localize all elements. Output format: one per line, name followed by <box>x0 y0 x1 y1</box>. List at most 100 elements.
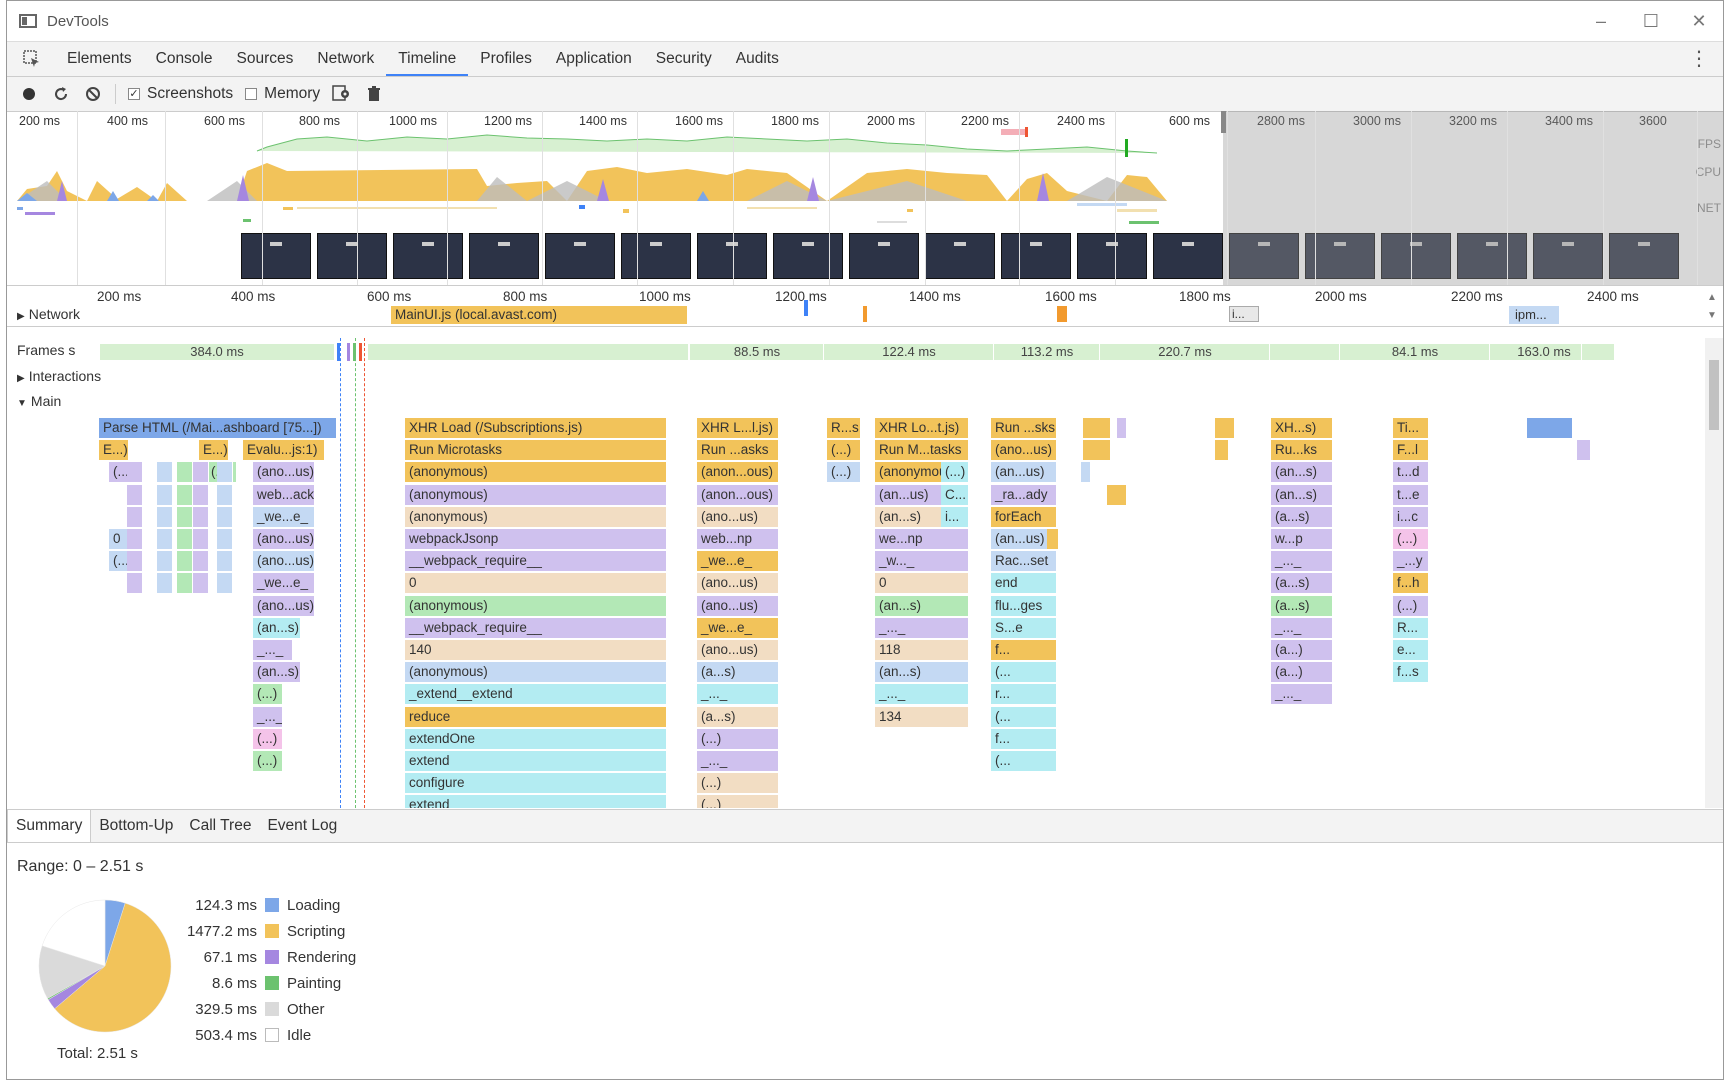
flame-block[interactable]: t...d <box>1393 462 1429 483</box>
flame-block[interactable]: E...) <box>99 440 129 461</box>
flame-block[interactable] <box>1083 440 1111 461</box>
flame-block[interactable]: (...) <box>253 728 283 749</box>
flame-block[interactable]: f...s <box>1393 662 1429 683</box>
flame-block[interactable] <box>157 551 173 572</box>
record-icon[interactable] <box>19 84 39 104</box>
flame-block[interactable]: i...c <box>1393 506 1429 527</box>
flame-block[interactable]: e... <box>1393 640 1429 660</box>
close-icon[interactable]: ✕ <box>1677 7 1721 35</box>
flame-block[interactable]: _..._ <box>1271 617 1333 638</box>
flame-block[interactable]: extend <box>405 751 667 771</box>
flame-block[interactable]: (ano...us) <box>697 573 779 594</box>
flame-block[interactable]: 0 <box>109 529 129 549</box>
flame-block[interactable] <box>177 529 193 549</box>
flame-block[interactable] <box>127 462 143 483</box>
flame-block[interactable]: (anon...ous) <box>697 462 779 483</box>
screenshot-thumbnail[interactable] <box>241 233 311 279</box>
flame-block[interactable]: (...) <box>827 462 861 483</box>
flame-block[interactable]: extendOne <box>405 728 667 749</box>
flame-block[interactable]: _..._ <box>1271 551 1333 572</box>
flame-block[interactable]: t...e <box>1393 484 1429 505</box>
screenshot-thumbnail[interactable] <box>697 233 767 279</box>
flame-block[interactable] <box>177 506 193 527</box>
screenshot-thumbnail[interactable] <box>545 233 615 279</box>
flame-block[interactable]: web...np <box>697 529 779 549</box>
flame-block[interactable] <box>127 551 143 572</box>
screenshot-thumbnail[interactable] <box>621 233 691 279</box>
flame-block[interactable]: (ano...us) <box>991 440 1057 461</box>
flame-block[interactable] <box>1527 418 1573 438</box>
screenshot-thumbnail[interactable] <box>1153 233 1223 279</box>
flame-block[interactable] <box>157 462 173 483</box>
network-request-marker[interactable] <box>863 306 867 322</box>
panel-tab-audits[interactable]: Audits <box>724 42 791 76</box>
flame-block[interactable] <box>157 484 173 505</box>
frame-bar[interactable]: 122.4 ms <box>823 343 995 361</box>
flame-block[interactable]: XH...s) <box>1271 418 1333 438</box>
network-request-marker[interactable] <box>1057 306 1067 322</box>
panel-tab-elements[interactable]: Elements <box>55 42 144 76</box>
flame-block[interactable] <box>177 484 193 505</box>
screenshot-thumbnail[interactable] <box>1077 233 1147 279</box>
flame-block[interactable] <box>177 462 193 483</box>
flame-block[interactable]: (ano...us) <box>253 462 315 483</box>
flame-block[interactable] <box>1047 529 1059 549</box>
flame-block[interactable]: (an...s) <box>1271 484 1333 505</box>
flame-block[interactable]: (...) <box>253 684 283 705</box>
frame-bar[interactable] <box>1269 343 1341 361</box>
flame-block[interactable]: _ra...ady <box>991 484 1057 505</box>
flame-block[interactable]: __webpack_require__ <box>405 617 667 638</box>
flame-block[interactable]: (a...s) <box>697 706 779 727</box>
flame-block[interactable] <box>193 529 209 549</box>
panel-tab-console[interactable]: Console <box>144 42 225 76</box>
flame-block[interactable] <box>193 462 209 483</box>
flame-block[interactable] <box>157 506 173 527</box>
flame-block[interactable]: f...h <box>1393 573 1429 594</box>
flame-block[interactable]: Run M...tasks <box>875 440 969 461</box>
flame-block[interactable]: F...l <box>1393 440 1429 461</box>
flame-block[interactable]: _..._ <box>875 684 969 705</box>
flame-block[interactable]: 140 <box>405 640 667 660</box>
details-tab-bottom-up[interactable]: Bottom-Up <box>91 810 181 842</box>
flame-block[interactable]: (...) <box>1393 529 1429 549</box>
flame-block[interactable]: (anonymous) <box>405 662 667 683</box>
flame-block[interactable]: (...) <box>697 773 779 794</box>
flame-block[interactable]: __webpack_require__ <box>405 551 667 572</box>
flame-block[interactable]: (an...us) <box>991 462 1057 483</box>
flame-block[interactable] <box>1047 506 1057 527</box>
flame-block[interactable] <box>1107 484 1127 505</box>
flame-block[interactable] <box>217 529 233 549</box>
flame-block[interactable] <box>127 484 143 505</box>
frame-bar[interactable]: 220.7 ms <box>1099 343 1271 361</box>
flame-block[interactable]: (...) <box>109 551 129 572</box>
flame-block[interactable]: Run ...asks <box>697 440 779 461</box>
flame-block[interactable]: E...) <box>199 440 229 461</box>
flame-block[interactable] <box>177 551 193 572</box>
flame-block[interactable]: (anonymous) <box>405 595 667 616</box>
flame-block[interactable] <box>1117 418 1127 438</box>
flame-block[interactable]: _extend__extend <box>405 684 667 705</box>
frame-bar[interactable] <box>1581 343 1615 361</box>
flame-block[interactable]: (anonymous) <box>405 484 667 505</box>
flame-block[interactable]: _..._ <box>1271 684 1333 705</box>
screenshots-checkbox[interactable]: ✓ Screenshots <box>128 85 233 103</box>
flame-block[interactable]: w...p <box>1271 529 1333 549</box>
flame-block[interactable] <box>193 551 209 572</box>
flame-block[interactable]: R...s <box>827 418 861 438</box>
network-request-marker[interactable] <box>804 300 808 316</box>
flame-block[interactable]: _we...e_ <box>253 506 315 527</box>
flame-block[interactable]: (anonymous) <box>405 462 667 483</box>
flame-block[interactable]: _..._ <box>697 751 779 771</box>
flame-block[interactable] <box>217 484 233 505</box>
network-request-ipm[interactable]: ipm... <box>1509 306 1559 324</box>
flame-block[interactable]: (a...s) <box>697 662 779 683</box>
flame-block[interactable] <box>1215 440 1229 461</box>
flame-block[interactable]: (... <box>991 706 1057 727</box>
flame-block[interactable] <box>127 529 143 549</box>
maximize-icon[interactable]: ☐ <box>1629 7 1673 35</box>
panel-tab-network[interactable]: Network <box>305 42 386 76</box>
flame-block[interactable]: (... <box>109 462 129 483</box>
garbage-collect-icon[interactable] <box>364 84 384 104</box>
capture-settings-icon[interactable] <box>332 84 352 104</box>
overview-selection-handle[interactable] <box>1221 111 1226 133</box>
